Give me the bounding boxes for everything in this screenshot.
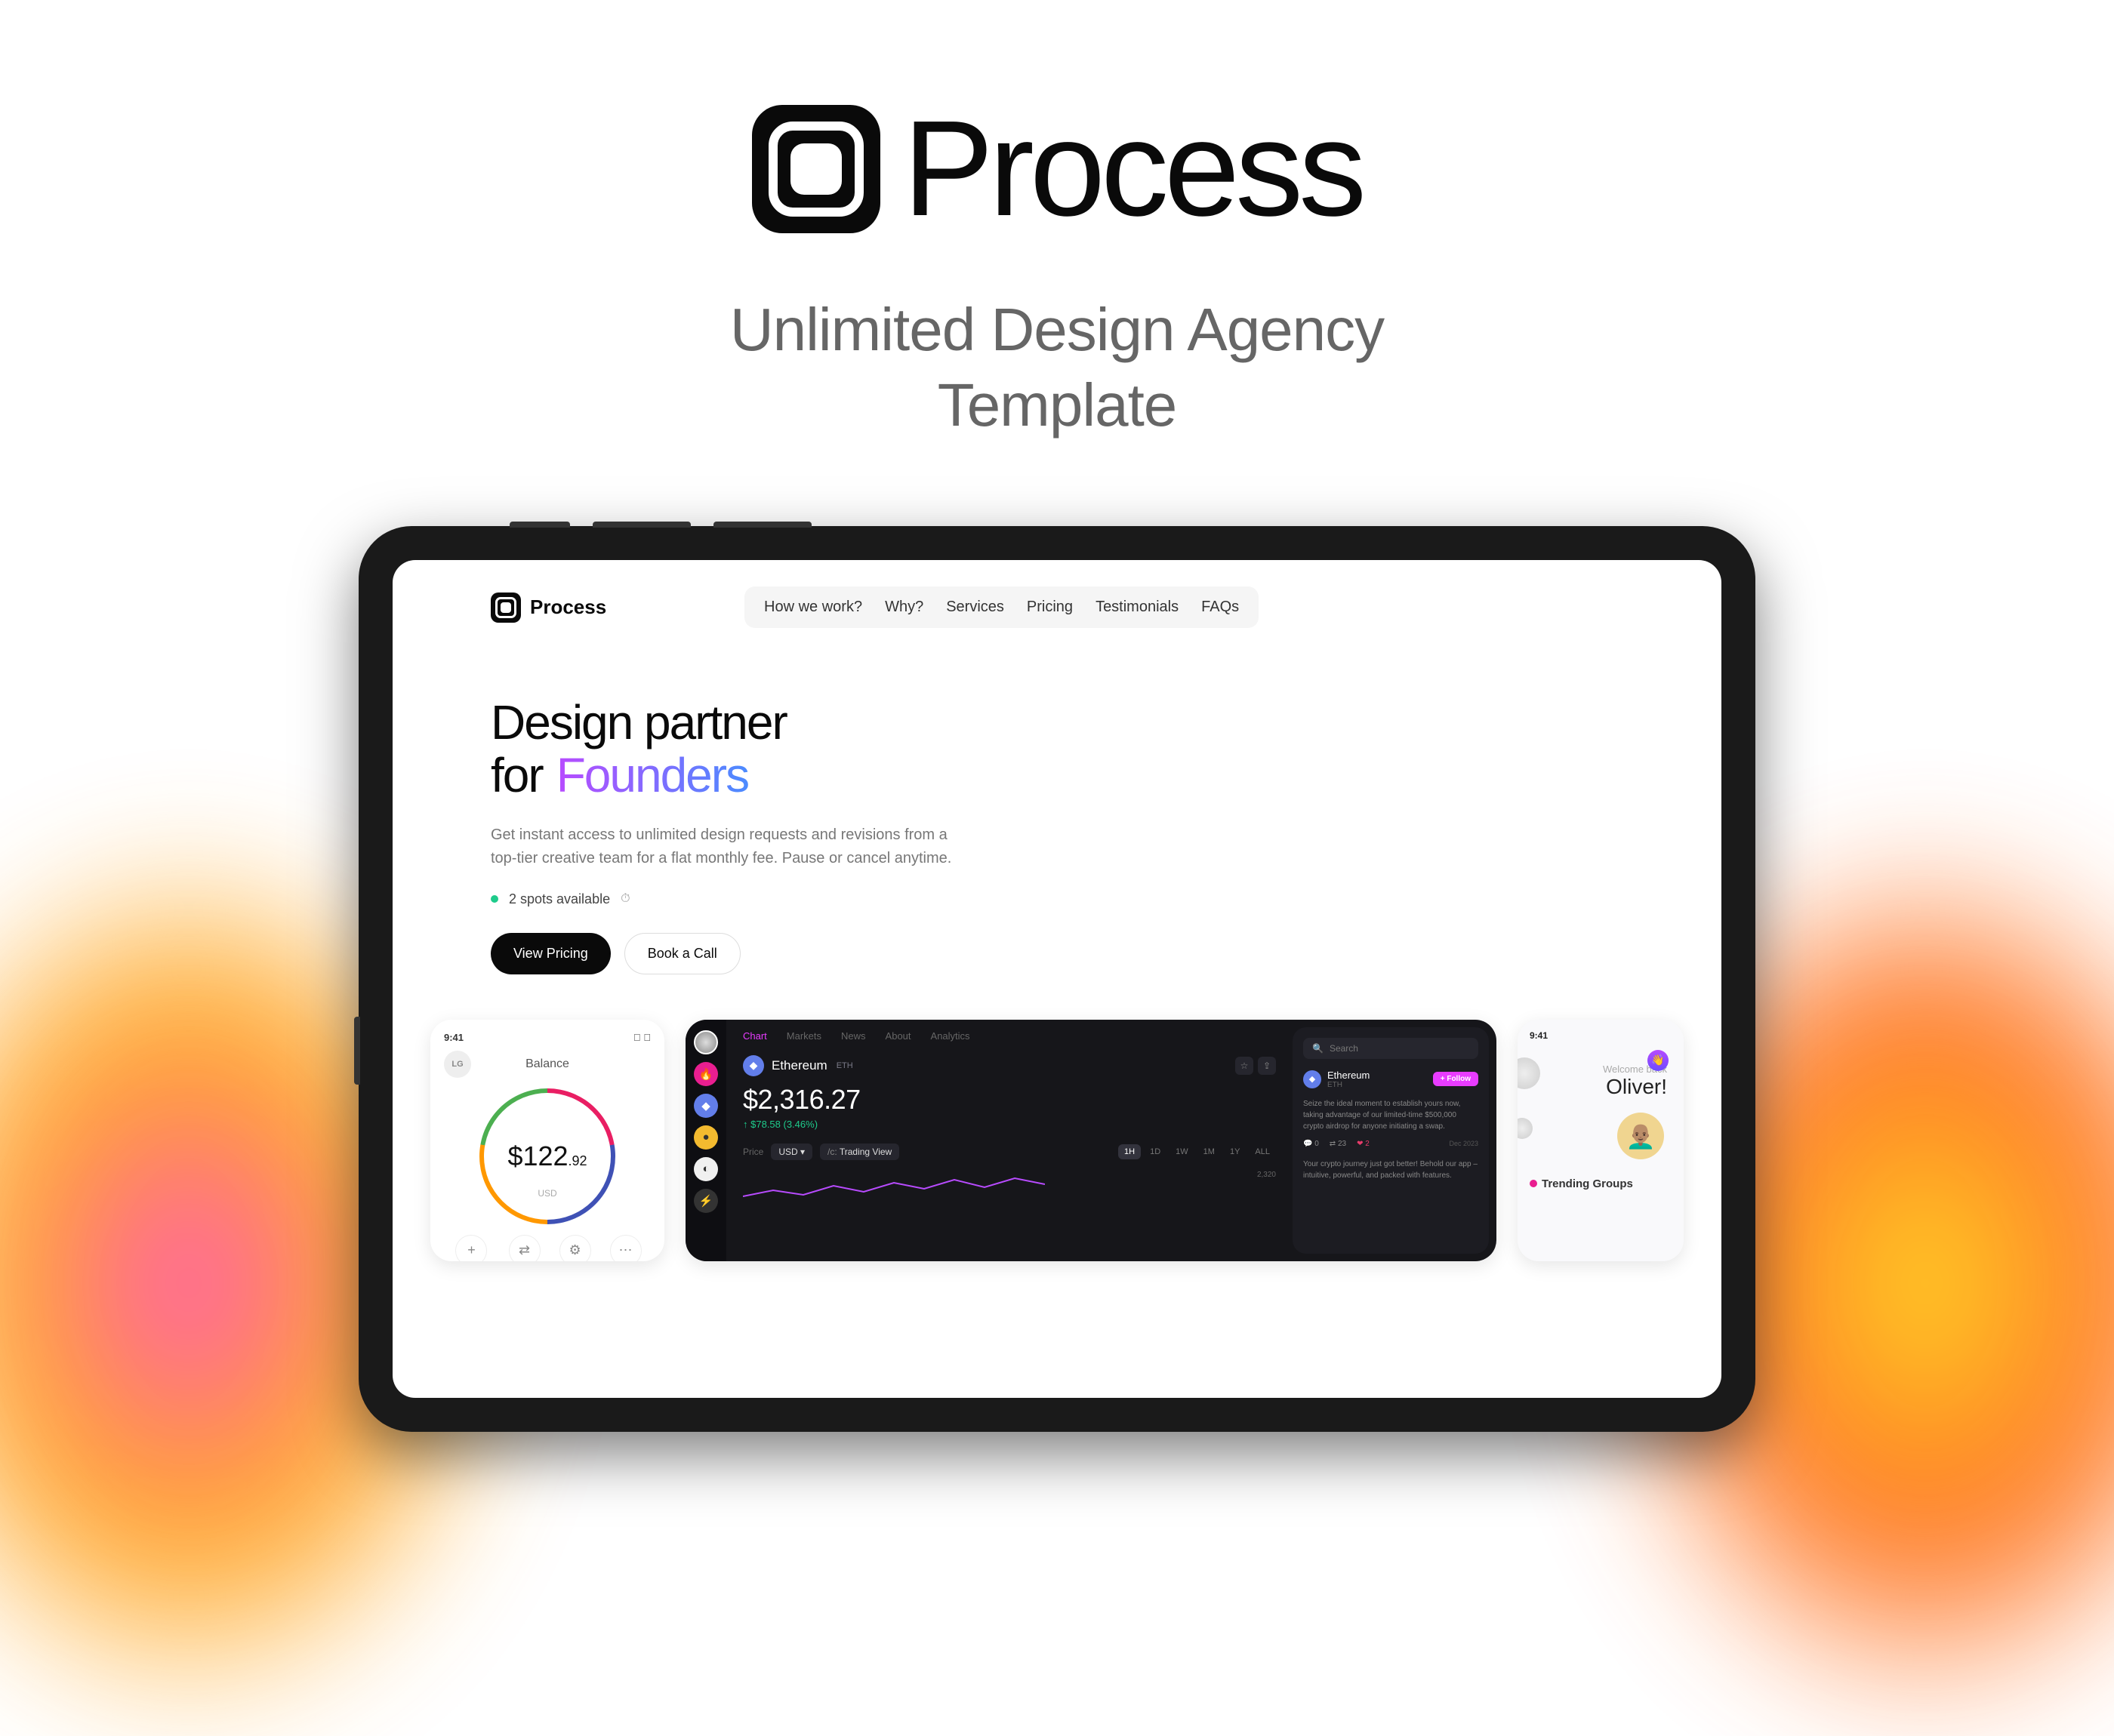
tab-analytics[interactable]: Analytics [931,1030,970,1042]
status-dot-icon [491,895,498,903]
search-input[interactable]: 🔍 Search [1303,1038,1478,1059]
tab-about[interactable]: About [886,1030,911,1042]
hero-section: Design partner for Founders Get instant … [393,628,1721,974]
add-money-button[interactable]: + Add money [453,1235,489,1261]
status-time: 9:41 [1530,1030,1672,1041]
avatar[interactable]: 👨🏽‍🦲 [1617,1113,1664,1159]
range-all[interactable]: ALL [1249,1144,1276,1159]
nav-pricing[interactable]: Pricing [1027,599,1073,616]
status-time: 9:41 [444,1032,464,1043]
process-logo-icon [752,105,880,233]
stopwatch-icon: ⏱ [621,892,630,906]
spots-available: 2 spots available ⏱ [491,891,1623,907]
retweet-icon: ⇄ 23 [1330,1140,1346,1148]
trending-groups-heading: Trending Groups [1530,1177,1672,1190]
search-icon: 🔍 [1312,1043,1324,1054]
nav-how-we-work[interactable]: How we work? [764,599,862,616]
exchange-icon: ⇄ [509,1235,541,1261]
nav-testimonials[interactable]: Testimonials [1096,599,1179,616]
view-pricing-button[interactable]: View Pricing [491,933,611,974]
site-brand-text: Process [530,596,606,619]
status-indicators-icon: 􀙇 􀛨 [633,1032,651,1043]
welcome-back-label: Welcome back [1530,1063,1667,1075]
dot-icon [1530,1180,1537,1187]
nav-faqs[interactable]: FAQs [1201,599,1239,616]
ethereum-icon: ◆ [1303,1070,1321,1088]
fire-icon[interactable]: 🔥 [694,1062,718,1086]
welcome-name: Oliver! [1530,1075,1667,1099]
ethereum-icon[interactable]: ◆ [694,1094,718,1118]
more-button[interactable]: ⋯ More [610,1235,642,1261]
follow-button[interactable]: + Follow [1433,1072,1478,1086]
plus-icon: + [455,1235,487,1261]
side-stats: 💬 0 ⇄ 23 ❤ 2 Dec 2023 [1303,1140,1478,1148]
hero-description: Get instant access to unlimited design r… [491,823,966,870]
hero-brand: Process [752,91,1362,247]
balance-label: Balance [444,1057,651,1071]
ethereum-icon: ◆ [743,1055,764,1076]
exchange-button[interactable]: ⇄ Exchange [508,1235,540,1261]
process-logo-icon [491,593,521,623]
more-icon: ⋯ [610,1235,642,1261]
share-icon[interactable]: ⇪ [1258,1057,1276,1075]
reply-icon: 💬 0 [1303,1140,1319,1148]
range-1m[interactable]: 1M [1197,1144,1221,1159]
range-1h[interactable]: 1H [1118,1144,1141,1159]
price-chart: 2,320 [743,1171,1276,1201]
bolt-icon[interactable]: ⚡ [694,1189,718,1213]
hero-subtitle: Unlimited Design Agency Template [730,292,1384,443]
balance-preview-card: 9:41 􀙇 􀛨 LG Balance $122.92 USD [430,1020,664,1261]
currency-chip[interactable]: USD ▾ [771,1143,812,1160]
welcome-preview-card: 9:41 👋 Welcome back Oliver! 👨🏽‍🦲 Trendin… [1518,1020,1684,1261]
balance-amount: $122.92 [507,1140,587,1172]
coin-ticker: ETH [837,1061,853,1070]
crypto-side-panel: 🔍 Search ◆ Ethereum ETH + Follow Seize t… [1293,1027,1489,1254]
heart-icon: ❤ 2 [1357,1140,1370,1148]
nav-pill: How we work? Why? Services Pricing Testi… [744,586,1259,628]
site-nav: Process How we work? Why? Services Prici… [393,560,1721,628]
preview-row: 9:41 􀙇 􀛨 LG Balance $122.92 USD [393,1020,1721,1261]
wave-icon: 👋 [1647,1050,1669,1071]
tablet-screen: Process How we work? Why? Services Prici… [393,560,1721,1398]
tab-chart[interactable]: Chart [743,1030,767,1042]
balance-ring-chart: $122.92 USD [479,1088,615,1224]
side-journey-text: Your crypto journey just got better! Beh… [1303,1159,1478,1181]
avatar[interactable] [694,1030,718,1054]
book-call-button[interactable]: Book a Call [624,933,741,974]
hero-headline: Design partner for Founders [491,696,1623,802]
coin-change: $78.58 (3.46%) [743,1119,1276,1130]
side-paragraph: Seize the ideal moment to establish your… [1303,1098,1478,1132]
range-1d[interactable]: 1D [1144,1144,1166,1159]
hero-headline-accent: Founders [556,749,748,802]
coin-icon[interactable]: ◐ [694,1157,718,1181]
range-tabs: 1H 1D 1W 1M 1Y ALL [1118,1144,1276,1159]
coin-name: Ethereum [772,1058,827,1073]
range-1w[interactable]: 1W [1169,1144,1194,1159]
settings-button[interactable]: ⚙ Settings [559,1235,591,1261]
decorative-blob [1518,1118,1533,1139]
tab-news[interactable]: News [841,1030,866,1042]
tab-markets[interactable]: Markets [787,1030,821,1042]
crypto-rail: 🔥 ◆ ● ◐ ⚡ [686,1020,726,1261]
nav-services[interactable]: Services [946,599,1004,616]
site-brand[interactable]: Process [491,593,606,623]
nav-why[interactable]: Why? [885,599,923,616]
crypto-preview-card: 🔥 ◆ ● ◐ ⚡ Chart Markets News About Analy… [686,1020,1496,1261]
range-1y[interactable]: 1Y [1224,1144,1246,1159]
tablet-frame: Process How we work? Why? Services Prici… [359,526,1755,1432]
hero-title: Process [903,91,1362,247]
gear-icon: ⚙ [559,1235,591,1261]
coin-price: $2,316.27 [743,1084,1276,1116]
crypto-tabs: Chart Markets News About Analytics [743,1030,1276,1042]
chart-axis-value: 2,320 [1257,1171,1276,1179]
compare-chip[interactable]: /c: Trading View [820,1143,899,1160]
coin-icon[interactable]: ● [694,1125,718,1150]
star-icon[interactable]: ☆ [1235,1057,1253,1075]
